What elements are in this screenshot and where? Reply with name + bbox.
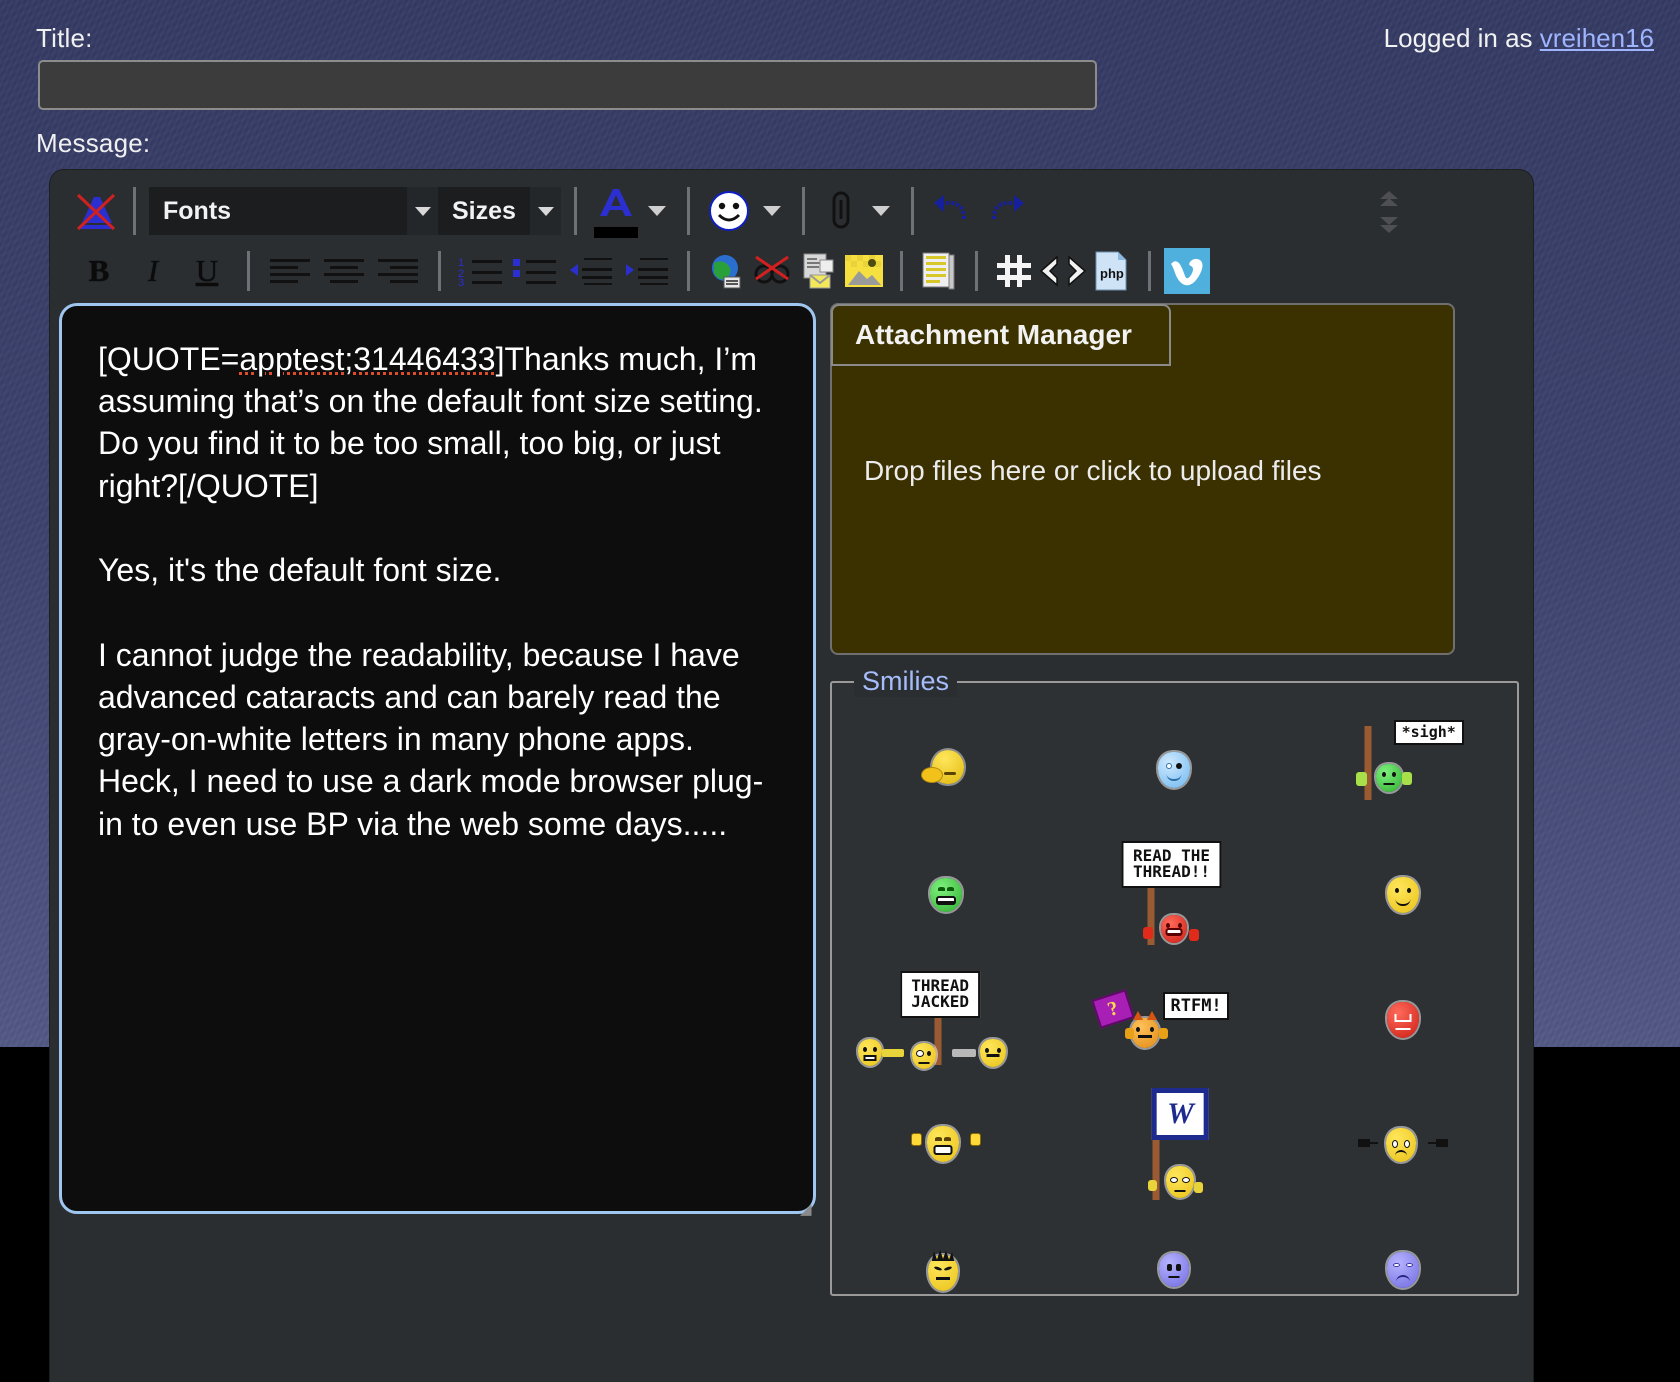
font-size-value: Sizes bbox=[452, 196, 516, 225]
font-family-value: Fonts bbox=[163, 196, 232, 225]
insert-code-hash-icon[interactable] bbox=[991, 248, 1037, 294]
align-left-icon[interactable] bbox=[263, 248, 317, 294]
unordered-list-icon[interactable] bbox=[508, 248, 562, 294]
message-body-line-2: I cannot judge the readability, because … bbox=[98, 636, 764, 842]
font-size-select[interactable]: Sizes bbox=[438, 187, 530, 235]
message-textarea[interactable]: [QUOTE=apptest;31446433]Thanks much, I’m… bbox=[59, 303, 816, 1214]
editor-side-column: Attachment Manager Drop files here or cl… bbox=[830, 300, 1520, 1296]
insert-quote-icon[interactable] bbox=[916, 248, 962, 294]
smiley-no-entry[interactable] bbox=[1313, 961, 1493, 1079]
toolbar-separator bbox=[687, 187, 690, 235]
toolbar-separator bbox=[687, 251, 690, 291]
smilies-legend: Smilies bbox=[854, 666, 958, 697]
attachment-manager-panel[interactable]: Attachment Manager Drop files here or cl… bbox=[830, 303, 1455, 655]
message-body-line-1: Yes, it's the default font size. bbox=[98, 552, 502, 589]
rtfm-bubble-text: RTFM! bbox=[1163, 991, 1229, 1020]
remove-formatting-icon[interactable] bbox=[72, 189, 120, 233]
toolbar-separator bbox=[1148, 251, 1151, 291]
smiley-green-grin[interactable] bbox=[856, 836, 1036, 954]
font-size-chevron-down-icon[interactable] bbox=[530, 187, 561, 235]
smiley-mad-hair[interactable] bbox=[856, 1211, 1036, 1329]
editor-body: [QUOTE=apptest;31446433]Thanks much, I’m… bbox=[50, 300, 1533, 1382]
textarea-resize-handle[interactable]: ◢ bbox=[800, 1200, 818, 1218]
message-editor: Fonts Sizes B I U 1 2 3 php [QUOTE=appte… bbox=[50, 170, 1533, 1382]
scroll-up-icon[interactable] bbox=[1375, 186, 1403, 212]
smiley-thread-jacked[interactable]: THREAD JACKED bbox=[856, 961, 1036, 1079]
editor-toolbar-row-1: Fonts Sizes bbox=[50, 170, 1533, 242]
unlink-icon[interactable] bbox=[749, 248, 795, 294]
title-label: Title: bbox=[36, 23, 93, 53]
bold-button[interactable]: B bbox=[72, 248, 126, 294]
toolbar-separator bbox=[911, 187, 914, 235]
smiley-sigh-sign[interactable]: *sigh* bbox=[1313, 711, 1493, 829]
undo-icon[interactable] bbox=[927, 188, 979, 234]
word-sign-text: W bbox=[1152, 1087, 1209, 1140]
font-color-button[interactable] bbox=[590, 184, 640, 238]
insert-email-icon[interactable] bbox=[795, 248, 841, 294]
font-color-swatch bbox=[594, 227, 638, 238]
smilies-grid: *sigh* READ THE THREAD!! THREAD JACKED ?… bbox=[832, 707, 1517, 1294]
indent-icon[interactable] bbox=[618, 248, 674, 294]
quote-prefix: [QUOTE= bbox=[98, 341, 240, 377]
toolbar-separator bbox=[574, 187, 577, 235]
smiley-neutral-blue[interactable] bbox=[1084, 1211, 1264, 1329]
smiley-unplugged[interactable] bbox=[1313, 1086, 1493, 1204]
message-label: Message: bbox=[36, 128, 151, 158]
sigh-sign-text: *sigh* bbox=[1393, 719, 1464, 746]
align-right-icon[interactable] bbox=[371, 248, 425, 294]
insert-image-icon[interactable] bbox=[841, 248, 887, 294]
attachment-manager-header: Attachment Manager bbox=[831, 304, 1171, 366]
toolbar-scroll-controls bbox=[1375, 186, 1403, 248]
toolbar-separator bbox=[133, 187, 136, 235]
title-input[interactable] bbox=[38, 60, 1097, 110]
smilies-panel: Smilies *sigh* READ THE THREAD!! THREAD … bbox=[830, 666, 1519, 1296]
login-status: Logged in as vreihen16 bbox=[1384, 23, 1654, 54]
login-status-prefix: Logged in as bbox=[1383, 23, 1540, 53]
smilies-icon[interactable] bbox=[703, 188, 755, 234]
smiley-smile[interactable] bbox=[1313, 836, 1493, 954]
ordered-list-icon[interactable]: 1 2 3 bbox=[454, 248, 508, 294]
toolbar-separator bbox=[802, 187, 805, 235]
scroll-down-icon[interactable] bbox=[1375, 212, 1403, 238]
font-color-chevron-down-icon[interactable] bbox=[640, 187, 674, 235]
insert-php-icon[interactable]: php bbox=[1089, 248, 1135, 294]
smiley-rtfm[interactable]: ? RTFM! bbox=[1084, 961, 1264, 1079]
italic-button[interactable]: I bbox=[126, 248, 180, 294]
redo-icon[interactable] bbox=[979, 188, 1031, 234]
paperclip-icon[interactable] bbox=[818, 188, 864, 234]
toolbar-separator bbox=[975, 251, 978, 291]
insert-link-globe-icon[interactable] bbox=[703, 248, 749, 294]
toolbar-separator bbox=[900, 251, 903, 291]
editor-toolbar-row-2: B I U 1 2 3 php bbox=[50, 242, 1533, 300]
read-the-thread-sign-text: READ THE THREAD!! bbox=[1121, 840, 1222, 889]
insert-vimeo-icon[interactable] bbox=[1164, 248, 1210, 294]
logged-in-user-link[interactable]: vreihen16 bbox=[1540, 23, 1654, 53]
svg-text:3: 3 bbox=[458, 277, 464, 286]
thread-jacked-sign-text: THREAD JACKED bbox=[900, 970, 981, 1019]
smiley-cool-blue[interactable] bbox=[1084, 711, 1264, 829]
quote-source-misspelled: apptest;31446433 bbox=[239, 341, 496, 377]
outdent-icon[interactable] bbox=[562, 248, 618, 294]
attach-chevron-down-icon[interactable] bbox=[864, 187, 898, 235]
smilies-chevron-down-icon[interactable] bbox=[755, 187, 789, 235]
smiley-word-sign[interactable]: W bbox=[1084, 1086, 1264, 1204]
font-family-select[interactable]: Fonts bbox=[149, 187, 407, 235]
smiley-sad-purple[interactable] bbox=[1313, 1211, 1493, 1329]
smiley-applause[interactable] bbox=[856, 1086, 1036, 1204]
svg-text:php: php bbox=[1100, 266, 1124, 281]
smiley-facepalm[interactable] bbox=[856, 711, 1036, 829]
underline-button[interactable]: U bbox=[180, 248, 234, 294]
smiley-read-the-thread[interactable]: READ THE THREAD!! bbox=[1084, 836, 1264, 954]
attachment-drop-zone-label[interactable]: Drop files here or click to upload files bbox=[832, 455, 1453, 487]
align-center-icon[interactable] bbox=[317, 248, 371, 294]
insert-html-icon[interactable] bbox=[1037, 248, 1089, 294]
toolbar-separator bbox=[247, 251, 250, 291]
toolbar-separator bbox=[438, 251, 441, 291]
font-family-chevron-down-icon[interactable] bbox=[407, 187, 438, 235]
